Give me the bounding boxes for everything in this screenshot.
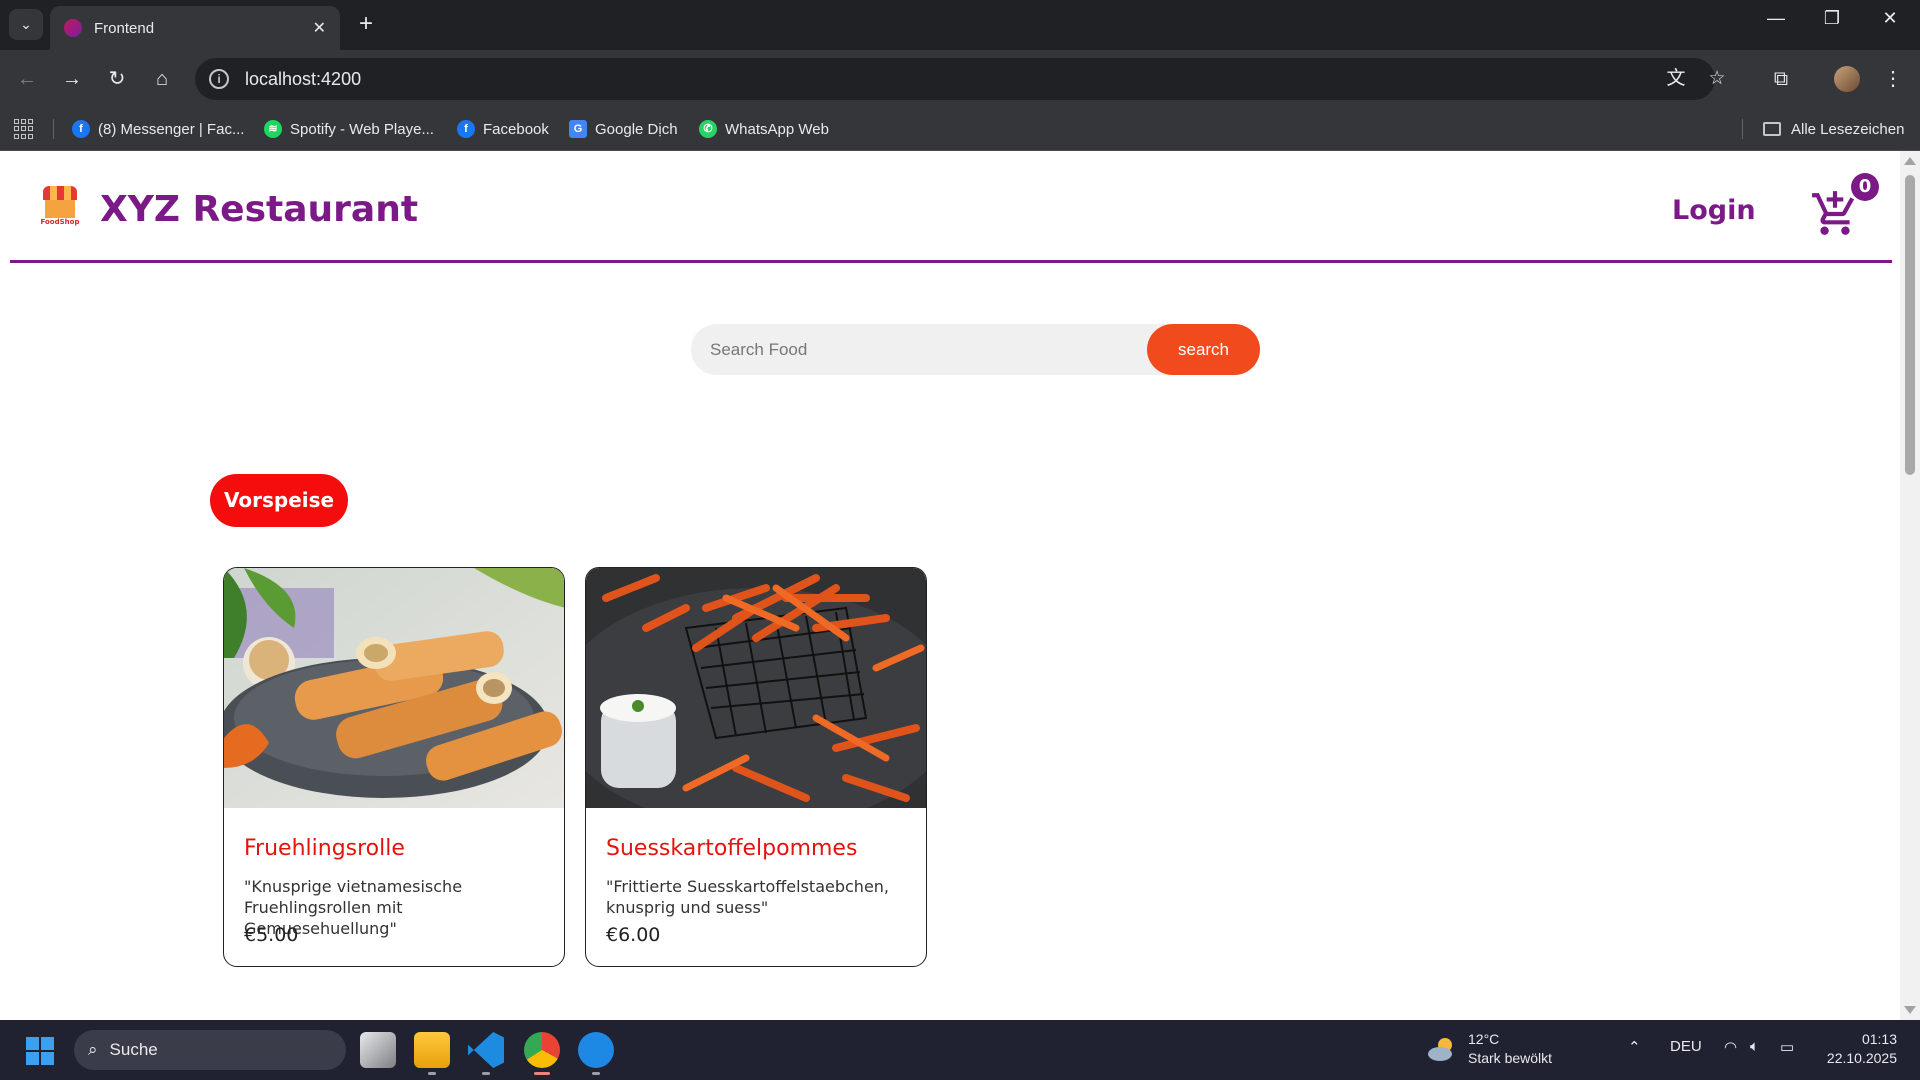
docker-icon[interactable] — [578, 1032, 614, 1068]
food-card[interactable]: Suesskartoffelpommes "Frittierte Suesska… — [585, 567, 927, 967]
chrome-icon[interactable] — [524, 1032, 560, 1068]
profile-avatar[interactable] — [1834, 66, 1860, 92]
site-header: FoodShop XYZ Restaurant Login 0 — [10, 151, 1892, 263]
food-name[interactable]: Suesskartoffelpommes — [606, 836, 857, 861]
cloudy-weather-icon — [1428, 1038, 1452, 1061]
weather-temp: 12°C — [1468, 1031, 1500, 1047]
apps-grid-icon[interactable] — [14, 119, 34, 139]
url-text: localhost:4200 — [245, 68, 362, 89]
scrollbar-thumb[interactable] — [1905, 175, 1915, 475]
tab-title: Frontend — [94, 19, 155, 37]
taskbar-search-label: Suche — [109, 1040, 158, 1059]
vscode-icon[interactable] — [468, 1032, 504, 1068]
shop-front-icon — [45, 200, 75, 218]
extensions-icon[interactable]: ⧉ — [1766, 64, 1796, 94]
bookmark-label: (8) Messenger | Fac... — [98, 120, 245, 138]
minimize-icon[interactable]: — — [1756, 8, 1796, 29]
food-price: €6.00 — [606, 924, 661, 946]
browser-tab-active[interactable]: Frontend ✕ — [50, 6, 340, 50]
back-icon[interactable]: ← — [12, 64, 42, 94]
battery-icon[interactable]: ▭ — [1780, 1038, 1794, 1056]
browser-titlebar: ⌄ Frontend ✕ + — ❐ ✕ — [0, 0, 1920, 50]
clock-date: 22.10.2025 — [1826, 1050, 1897, 1066]
cart-icon[interactable] — [1810, 189, 1860, 239]
cart-count-badge: 0 — [1851, 173, 1879, 201]
search-icon: ⌕ — [88, 1040, 98, 1059]
restore-icon[interactable]: ❐ — [1812, 8, 1852, 29]
bookmarks-bar: f (8) Messenger | Fac... ≋ Spotify - Web… — [0, 107, 1920, 151]
scroll-up-arrow-icon[interactable] — [1904, 157, 1916, 165]
bookmark-whatsapp[interactable]: ✆ WhatsApp Web — [699, 117, 829, 141]
translate-icon[interactable]: 文 — [1661, 58, 1691, 100]
clock-time: 01:13 — [1861, 1031, 1897, 1047]
bookmark-star-icon[interactable]: ☆ — [1702, 58, 1732, 100]
bookmark-messenger[interactable]: f (8) Messenger | Fac... — [72, 117, 244, 141]
login-link[interactable]: Login — [1672, 195, 1756, 226]
windows-start-icon[interactable] — [26, 1037, 54, 1065]
folder-icon — [1763, 122, 1781, 136]
food-price: €5.00 — [244, 924, 299, 946]
page-scrollbar[interactable] — [1900, 151, 1920, 1020]
bookmark-label: Google Dịch — [595, 120, 678, 138]
foodshop-logo[interactable]: FoodShop — [40, 186, 80, 230]
google-translate-icon: G — [569, 120, 587, 138]
bookmark-label: WhatsApp Web — [725, 120, 829, 138]
windows-taskbar: ⌕ Suche 12°C Stark bewölkt ⌃ DEU ◠ 🔈︎ ▭ … — [0, 1020, 1920, 1080]
reload-icon[interactable]: ↻ — [102, 64, 132, 94]
browser-toolbar: ← → ↻ ⌂ i localhost:4200 文 ☆ ⧉ ⋮ — [0, 50, 1920, 107]
task-view-icon[interactable] — [360, 1032, 396, 1068]
chevron-down-icon: ⌄ — [20, 16, 32, 32]
category-tag-vorspeise[interactable]: Vorspeise — [210, 474, 349, 527]
forward-icon[interactable]: → — [57, 64, 87, 94]
close-tab-icon[interactable]: ✕ — [313, 18, 326, 38]
home-icon[interactable]: ⌂ — [147, 64, 177, 94]
address-bar[interactable]: i localhost:4200 — [195, 58, 1715, 100]
system-clock[interactable]: 01:13 22.10.2025 — [1822, 1030, 1897, 1068]
wifi-icon[interactable]: ◠ — [1724, 1038, 1737, 1056]
divider — [53, 119, 54, 139]
facebook-icon: f — [457, 120, 475, 138]
active-indicator — [534, 1072, 550, 1075]
running-indicator — [428, 1072, 436, 1075]
bookmark-label: Facebook — [483, 120, 549, 138]
taskbar-search[interactable]: ⌕ Suche — [74, 1030, 346, 1070]
running-indicator — [482, 1072, 490, 1075]
shop-awning-icon — [43, 186, 77, 200]
page-viewport: FoodShop XYZ Restaurant Login 0 search V… — [0, 151, 1900, 1020]
food-card[interactable]: Fruehlingsrolle "Knusprige vietnamesisch… — [223, 567, 565, 967]
bookmark-google-translate[interactable]: G Google Dịch — [569, 117, 678, 141]
search-input[interactable] — [691, 324, 1151, 375]
bookmark-spotify[interactable]: ≋ Spotify - Web Playe... — [264, 117, 434, 141]
brand-title[interactable]: XYZ Restaurant — [100, 189, 418, 230]
weather-desc: Stark bewölkt — [1468, 1050, 1553, 1066]
menu-icon[interactable]: ⋮ — [1878, 64, 1908, 94]
search-button[interactable]: search — [1147, 324, 1260, 375]
tab-search-button[interactable]: ⌄ — [9, 9, 43, 40]
whatsapp-icon: ✆ — [699, 120, 717, 138]
input-language[interactable]: DEU — [1670, 1038, 1702, 1055]
new-tab-button[interactable]: + — [352, 10, 380, 38]
file-explorer-icon[interactable] — [414, 1032, 450, 1068]
food-image-spring-rolls — [224, 568, 564, 808]
all-bookmarks-button[interactable]: Alle Lesezeichen — [1763, 117, 1904, 141]
all-bookmarks-label: Alle Lesezeichen — [1791, 120, 1905, 138]
food-name[interactable]: Fruehlingsrolle — [244, 836, 405, 861]
bookmark-label: Spotify - Web Playe... — [290, 120, 434, 138]
spotify-icon: ≋ — [264, 120, 282, 138]
weather-widget[interactable]: 12°C Stark bewölkt — [1468, 1030, 1552, 1068]
site-info-icon[interactable]: i — [209, 69, 229, 89]
food-description: "Frittierte Suesskartoffelstaebchen, knu… — [606, 877, 890, 917]
angular-favicon-icon — [64, 19, 82, 37]
divider — [1742, 119, 1743, 139]
volume-icon[interactable]: 🔈︎ — [1750, 1038, 1759, 1055]
bookmark-facebook[interactable]: f Facebook — [457, 117, 549, 141]
search-bar: search — [691, 324, 1260, 375]
show-hidden-icons-icon[interactable]: ⌃ — [1628, 1038, 1641, 1056]
facebook-icon: f — [72, 120, 90, 138]
logo-text: FoodShop — [40, 218, 80, 226]
scroll-down-arrow-icon[interactable] — [1904, 1006, 1916, 1014]
running-indicator — [592, 1072, 600, 1075]
food-image-sweet-potato-fries — [586, 568, 926, 808]
close-window-icon[interactable]: ✕ — [1870, 8, 1910, 29]
